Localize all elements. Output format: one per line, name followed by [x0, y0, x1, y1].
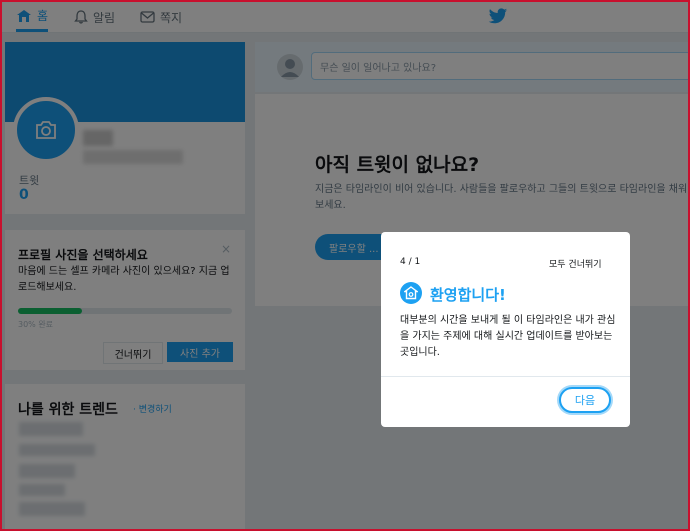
modal-divider	[381, 376, 630, 377]
skip-all-button[interactable]: 모두 건너뛰기	[549, 257, 602, 270]
home-icon	[404, 286, 418, 300]
modal-title: 환영합니다!	[430, 286, 506, 304]
next-button[interactable]: 다음	[559, 387, 611, 413]
modal-text: 대부분의 시간을 보내게 될 이 타임라인은 내가 관심을 가지는 주제에 대해…	[400, 315, 616, 358]
home-badge-icon	[400, 282, 422, 304]
app-window: 홈 알림 쪽지 트윗	[0, 0, 690, 531]
step-counter: 4 / 1	[400, 257, 421, 267]
welcome-modal: 4 / 1 모두 건너뛰기 환영합니다! 대부분의 시간을 보내게 될 이 타임…	[381, 232, 630, 427]
